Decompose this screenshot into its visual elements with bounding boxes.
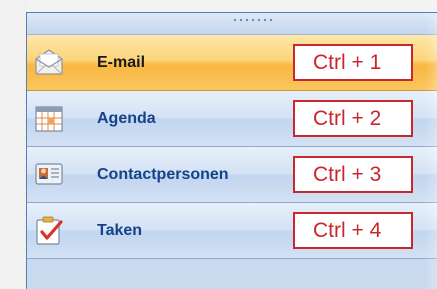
nav-item-email[interactable]: E-mail Ctrl + 1 — [27, 35, 437, 91]
mail-envelope-icon — [33, 46, 65, 78]
shortcut-badge: Ctrl + 1 — [293, 44, 413, 81]
navigation-pane: E-mail Ctrl + 1 Agenda Ctrl + 2 Contactp… — [26, 12, 437, 289]
nav-item-label: Agenda — [97, 110, 156, 127]
nav-item-contactpersonen[interactable]: Contactpersonen Ctrl + 3 — [27, 147, 437, 203]
resize-grip[interactable] — [27, 13, 437, 35]
nav-item-taken[interactable]: Taken Ctrl + 4 — [27, 203, 437, 259]
grip-dots-icon — [232, 18, 274, 22]
nav-item-label: Taken — [97, 222, 143, 239]
left-margin — [0, 0, 26, 289]
calendar-icon — [33, 102, 65, 134]
contact-card-icon — [33, 158, 65, 190]
shortcut-badge: Ctrl + 2 — [293, 100, 413, 137]
shortcut-badge: Ctrl + 4 — [293, 212, 413, 249]
shortcut-badge: Ctrl + 3 — [293, 156, 413, 193]
nav-item-label: E-mail — [97, 54, 146, 71]
nav-item-label: Contactpersonen — [97, 166, 229, 183]
nav-item-agenda[interactable]: Agenda Ctrl + 2 — [27, 91, 437, 147]
task-clipboard-icon — [33, 214, 65, 246]
